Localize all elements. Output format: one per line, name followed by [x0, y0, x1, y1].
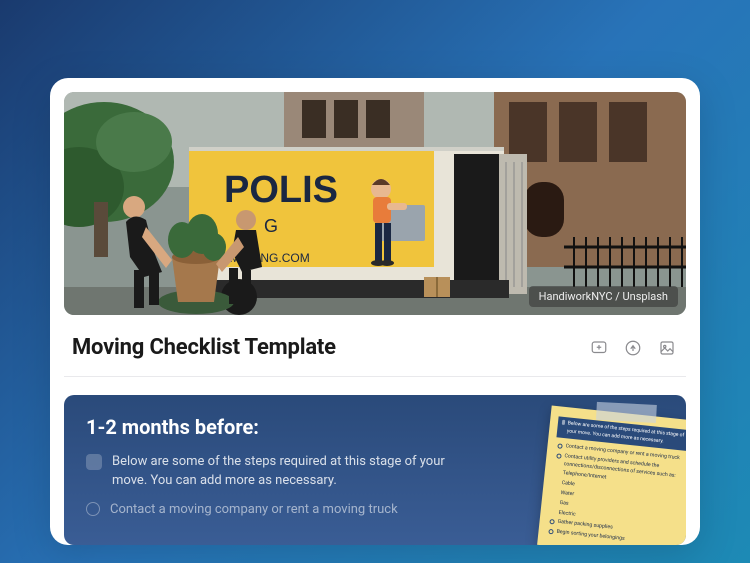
checkbox-icon[interactable] — [86, 454, 102, 470]
checklist-item-label: Contact a moving company or rent a movin… — [110, 501, 398, 520]
add-comment-icon[interactable] — [588, 337, 610, 359]
sticky-note: Below are some of the steps required at … — [537, 406, 686, 545]
hero-image: POLIS G 320 · MOVING.COM — [64, 92, 686, 315]
svg-text:G: G — [264, 216, 284, 236]
radio-icon[interactable] — [86, 502, 100, 516]
header-row: Moving Checklist Template — [64, 315, 686, 377]
share-icon[interactable] — [622, 337, 644, 359]
section-intro-row: Below are some of the steps required at … — [86, 453, 466, 491]
template-card: POLIS G 320 · MOVING.COM — [50, 78, 700, 545]
page-title: Moving Checklist Template — [72, 335, 588, 360]
checklist-item[interactable]: Contact a moving company or rent a movin… — [86, 501, 466, 520]
image-icon[interactable] — [656, 337, 678, 359]
section-intro: Below are some of the steps required at … — [112, 453, 466, 491]
svg-text:POLIS: POLIS — [224, 169, 338, 211]
checklist-section: 1-2 months before: Below are some of the… — [64, 395, 686, 545]
image-credit: HandiworkNYC / Unsplash — [529, 286, 678, 307]
